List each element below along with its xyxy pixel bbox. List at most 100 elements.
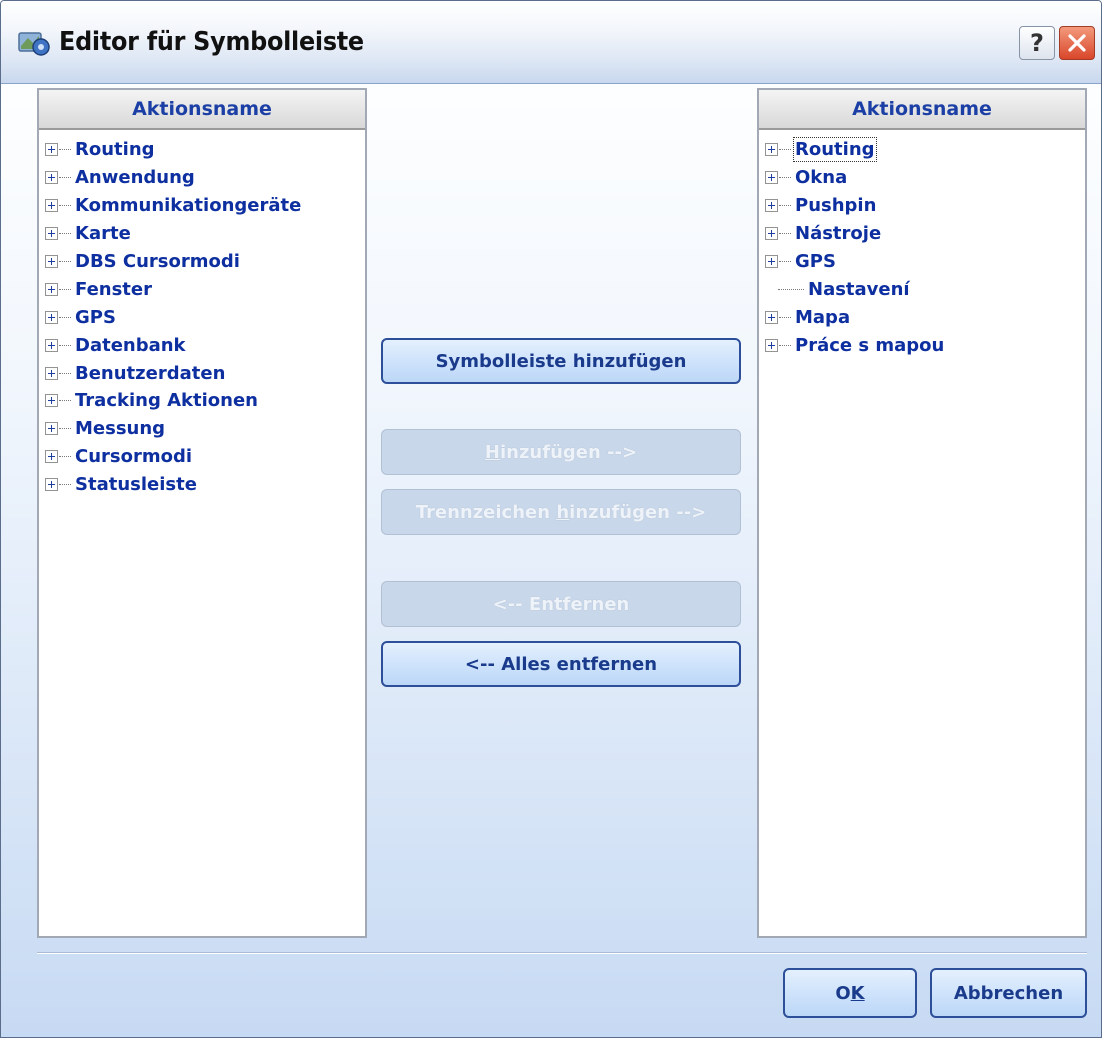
tree-item[interactable]: Messung	[39, 415, 365, 443]
expand-icon[interactable]	[765, 310, 778, 324]
tree-item[interactable]: Nástroje	[759, 220, 1085, 248]
tree-item[interactable]: Statusleiste	[39, 471, 365, 499]
expand-icon[interactable]	[765, 227, 778, 241]
tree-item[interactable]: Anwendung	[39, 164, 365, 192]
expand-icon[interactable]	[45, 310, 58, 324]
cancel-button[interactable]: Abbrechen	[930, 968, 1087, 1018]
tree-item[interactable]: Fenster	[39, 275, 365, 303]
tree-item[interactable]: Práce s mapou	[759, 331, 1085, 359]
expand-icon[interactable]	[765, 143, 778, 157]
tree-item-label: GPS	[795, 251, 836, 272]
add-button[interactable]: Hinzufügen -->	[381, 429, 741, 475]
tree-item[interactable]: Cursormodi	[39, 443, 365, 471]
tree-connector	[779, 233, 791, 235]
toolbar-actions-tree: Routing Okna Pushpin Nástroje GPS Nastav…	[759, 130, 1085, 359]
tree-item-label: Datenbank	[75, 334, 186, 356]
tree-item[interactable]: Routing	[39, 136, 365, 164]
expand-icon[interactable]	[765, 338, 778, 352]
add-toolbar-label: Symbolleiste hinzufügen	[435, 350, 687, 372]
remove-button[interactable]: <-- Entfernen	[381, 581, 741, 627]
tree-item-label: Nástroje	[795, 223, 882, 245]
tree-item[interactable]: DBS Cursormodi	[39, 248, 365, 276]
left-column-header[interactable]: Aktionsname	[39, 90, 365, 130]
expand-icon[interactable]	[45, 366, 58, 380]
tree-connector	[59, 288, 71, 290]
expand-icon[interactable]	[765, 255, 778, 268]
add-separator-label: Trennzeichen hinzufügen -->	[415, 501, 707, 523]
expand-icon[interactable]	[45, 338, 58, 352]
tree-connector	[779, 177, 791, 179]
available-actions-list[interactable]: Aktionsname Routing Anwendung Kommunikat…	[37, 88, 367, 938]
expand-icon[interactable]	[45, 171, 58, 185]
tree-connector	[779, 344, 791, 346]
tree-item[interactable]: Karte	[39, 220, 365, 248]
tree-connector	[59, 233, 71, 235]
close-icon	[1068, 34, 1086, 52]
tree-connector	[779, 149, 791, 151]
tree-item[interactable]: Tracking Aktionen	[39, 387, 365, 415]
tree-item[interactable]: Pushpin	[759, 192, 1085, 220]
tree-connector	[59, 372, 71, 374]
tree-connector	[779, 316, 791, 318]
tree-item[interactable]: Mapa	[759, 303, 1085, 331]
tree-connector	[59, 400, 71, 402]
expand-icon[interactable]	[765, 171, 778, 185]
cancel-label: Abbrechen	[953, 982, 1064, 1004]
expand-icon[interactable]	[45, 255, 58, 268]
expand-icon[interactable]	[45, 282, 58, 296]
tree-item-label: Okna	[795, 167, 848, 189]
right-column-header[interactable]: Aktionsname	[759, 90, 1085, 130]
tree-item[interactable]: Routing	[759, 136, 1085, 164]
expand-icon[interactable]	[45, 478, 58, 492]
expand-icon[interactable]	[45, 394, 58, 408]
expand-icon[interactable]	[45, 227, 58, 241]
tree-item-label: Messung	[75, 418, 166, 440]
ok-label: OK	[835, 982, 865, 1004]
tree-connector	[779, 205, 791, 207]
footer-separator	[37, 952, 1087, 954]
tree-item-label: Benutzerdaten	[75, 362, 226, 384]
tree-item[interactable]: Benutzerdaten	[39, 359, 365, 387]
tree-item-label: Tracking Aktionen	[75, 390, 258, 412]
tree-item[interactable]: Kommunikationgeräte	[39, 192, 365, 220]
app-map-icon	[18, 32, 50, 56]
help-button[interactable]: ?	[1019, 26, 1055, 60]
tree-item[interactable]: Nastavení	[759, 275, 1085, 303]
tree-item-label: Karte	[75, 223, 131, 245]
expand-icon[interactable]	[765, 199, 778, 213]
tree-connector	[59, 261, 71, 262]
tree-connector	[59, 149, 71, 151]
tree-item-label: Fenster	[75, 278, 152, 300]
tree-item-label: Nastavení	[808, 278, 910, 300]
close-button[interactable]	[1059, 26, 1095, 60]
tree-item[interactable]: GPS	[39, 303, 365, 331]
expand-icon[interactable]	[45, 422, 58, 436]
title-bar[interactable]: Editor für Symbolleiste ?	[1, 1, 1101, 84]
tree-connector	[59, 344, 71, 346]
remove-all-button[interactable]: <-- Alles entfernen	[381, 641, 741, 687]
tree-item[interactable]: Datenbank	[39, 331, 365, 359]
toolbar-actions-list[interactable]: Aktionsname Routing Okna Pushpin Nástroj…	[757, 88, 1087, 938]
tree-item[interactable]: Okna	[759, 164, 1085, 192]
add-toolbar-button[interactable]: Symbolleiste hinzufügen	[381, 338, 741, 384]
remove-label: <-- Entfernen	[492, 593, 630, 615]
ok-button[interactable]: OK	[783, 968, 917, 1018]
tree-connector	[778, 288, 804, 290]
tree-item-label: Práce s mapou	[795, 334, 945, 356]
dialog-body: Aktionsname Routing Anwendung Kommunikat…	[1, 84, 1101, 1037]
tree-connector	[59, 177, 71, 179]
expand-icon[interactable]	[45, 450, 58, 464]
expand-icon[interactable]	[45, 143, 58, 157]
tree-item[interactable]: GPS	[759, 248, 1085, 276]
tree-item-label: Cursormodi	[75, 446, 193, 468]
toolbar-editor-window: Editor für Symbolleiste ? Aktionsname Ro…	[0, 0, 1102, 1038]
tree-item-label: Routing	[793, 137, 877, 163]
tree-item-label: Kommunikationgeräte	[75, 195, 302, 217]
tree-item-label: Mapa	[795, 306, 851, 328]
expand-icon[interactable]	[45, 199, 58, 213]
tree-connector	[59, 316, 71, 318]
available-actions-tree: Routing Anwendung Kommunikationgeräte Ka…	[39, 130, 365, 499]
tree-item-label: Anwendung	[75, 167, 195, 189]
tree-connector	[59, 205, 71, 207]
add-separator-button[interactable]: Trennzeichen hinzufügen -->	[381, 489, 741, 535]
